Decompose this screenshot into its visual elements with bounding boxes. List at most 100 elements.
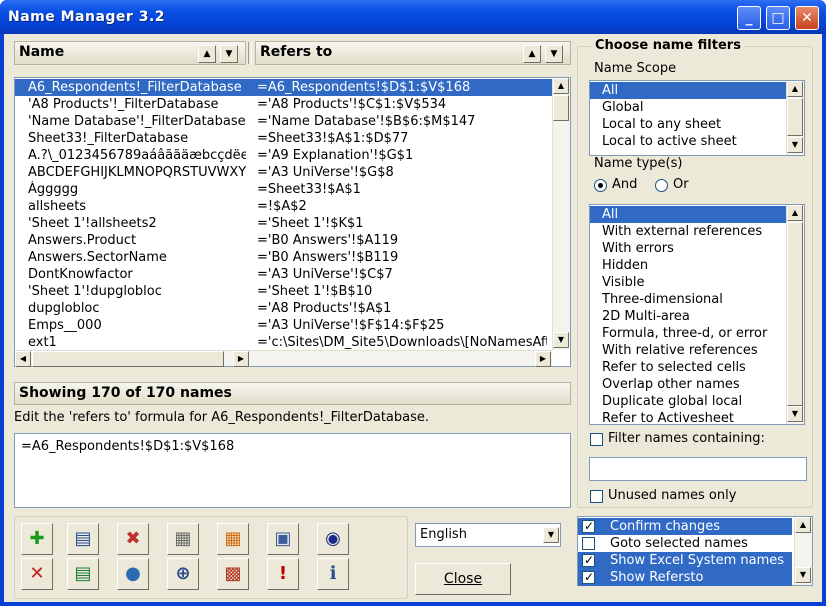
delete-button[interactable]: ✕ — [21, 558, 53, 590]
option-item[interactable]: Show Refersto — [578, 569, 792, 586]
scroll-right-arrow-2[interactable]: ▶ — [535, 351, 551, 367]
language-select[interactable]: English ▼ — [415, 523, 561, 547]
scope-item[interactable]: All — [590, 82, 786, 99]
table-row[interactable]: 'A8 Products'!_FilterDatabase ='A8 Produc… — [15, 96, 552, 113]
type-item[interactable]: 2D Multi-area — [590, 308, 786, 325]
table-row[interactable]: 'Name Database'!_FilterDatabase ='Name Da… — [15, 113, 552, 130]
unused-checkbox[interactable] — [590, 490, 603, 503]
type-item[interactable]: Refer to selected cells — [590, 359, 786, 376]
close-button[interactable]: Close — [415, 563, 511, 595]
table-row[interactable]: Àggggg =Sheet33!$A$1 — [15, 181, 552, 198]
minimize-button[interactable]: _ — [737, 6, 761, 30]
scope-list[interactable]: All Global Local to any sheet Local to acti… — [589, 80, 805, 156]
type-item[interactable]: Visible — [590, 274, 786, 291]
type-item[interactable]: Overlap other names — [590, 376, 786, 393]
scroll-down-arrow[interactable]: ▼ — [553, 332, 569, 348]
table-row[interactable]: Answers.SectorName ='B0 Answers'!$B119 — [15, 249, 552, 266]
type-item[interactable]: With relative references — [590, 342, 786, 359]
option-item[interactable]: Goto selected names — [578, 535, 792, 552]
type-scroll-up[interactable]: ▲ — [787, 205, 803, 221]
options-scroll-down[interactable]: ▼ — [795, 567, 811, 583]
table-button[interactable]: ▦ — [217, 523, 249, 555]
table-row[interactable]: A6_Respondents!_FilterDatabase =A6_Respon… — [15, 79, 552, 96]
table-row[interactable]: ABCDEFGHIJKLMNOPQRSTUVWXYZ ='A3 UniVerse'… — [15, 164, 552, 181]
table-row[interactable]: ext1 ='c:\Sites\DM_Site5\Downloads\[NoNam… — [15, 334, 552, 351]
option-item[interactable]: Confirm changes — [578, 518, 792, 535]
filter-containing-checkbox[interactable] — [590, 433, 603, 446]
scope-item[interactable]: Local to active sheet — [590, 133, 786, 150]
scroll-right-arrow[interactable]: ▶ — [233, 351, 249, 367]
options-list[interactable]: Confirm changes Goto selected names Show E… — [577, 516, 813, 586]
scope-item[interactable]: Local to any sheet — [590, 116, 786, 133]
chevron-down-icon[interactable]: ▼ — [543, 527, 559, 543]
scope-item[interactable]: Global — [590, 99, 786, 116]
type-item[interactable]: Three-dimensional — [590, 291, 786, 308]
option-item[interactable]: Show Excel System names — [578, 552, 792, 569]
and-radio[interactable] — [594, 179, 607, 192]
maximize-button[interactable]: □ — [766, 6, 790, 30]
options-scrollbar[interactable]: ▲ ▼ — [794, 517, 812, 585]
sheet-x-button[interactable]: ▩ — [217, 558, 249, 590]
type-item[interactable]: Duplicate global local — [590, 393, 786, 410]
type-item[interactable]: Formula, three-d, or error — [590, 325, 786, 342]
option-checkbox[interactable] — [582, 552, 595, 569]
scope-scroll-down[interactable]: ▼ — [787, 137, 803, 153]
table-row[interactable]: 'Sheet 1'!allsheets2 ='Sheet 1'!$K$1 — [15, 215, 552, 232]
hscroll-thumb[interactable] — [32, 351, 224, 367]
sheet-plus-button[interactable]: ▤ — [67, 558, 99, 590]
names-list[interactable]: A6_Respondents!_FilterDatabase =A6_Respon… — [14, 77, 571, 367]
type-item[interactable]: Hidden — [590, 257, 786, 274]
add-button[interactable]: ✚ — [21, 523, 53, 555]
table-row[interactable]: Answers.Product ='B0 Answers'!$A119 — [15, 232, 552, 249]
type-scrollbar[interactable]: ▲ ▼ — [786, 205, 804, 424]
names-horizontal-scrollbar[interactable]: ◀ ▶ ▶ — [15, 350, 552, 367]
edit-sheet-button[interactable]: ▤ — [67, 523, 99, 555]
scope-scrollbar[interactable]: ▲ ▼ — [786, 81, 804, 155]
chart-button[interactable]: ▦ — [167, 523, 199, 555]
scroll-thumb[interactable] — [553, 95, 569, 121]
table-row[interactable]: Sheet33!_FilterDatabase =Sheet33!$A$1:$D$… — [15, 130, 552, 147]
refers-to-cell: ='B0 Answers'!$B119 — [257, 250, 399, 265]
sort-ref-desc-button[interactable]: ▼ — [545, 45, 563, 63]
table-row[interactable]: dupglobloc ='A8 Products'!$A$1 — [15, 300, 552, 317]
type-item[interactable]: Refer to Activesheet — [590, 410, 786, 427]
type-scroll-down[interactable]: ▼ — [787, 406, 803, 422]
option-checkbox[interactable] — [582, 537, 595, 550]
globe-x-button[interactable]: ✖ — [117, 523, 149, 555]
sort-ref-asc-button[interactable]: ▲ — [523, 45, 541, 63]
sort-name-desc-button[interactable]: ▼ — [220, 45, 238, 63]
filter-input[interactable] — [589, 457, 807, 481]
exclamation-button[interactable]: ! — [267, 558, 299, 590]
info-button[interactable]: ℹ — [317, 558, 349, 590]
formula-editor[interactable]: =A6_Respondents!$D$1:$V$168 — [14, 433, 571, 508]
column-splitter[interactable] — [248, 42, 252, 64]
type-list[interactable]: All With external references With errors Hi… — [589, 204, 805, 427]
type-scroll-thumb[interactable] — [787, 222, 803, 406]
type-item[interactable]: With external references — [590, 223, 786, 240]
zoom-button[interactable]: ⊕ — [167, 558, 199, 590]
option-checkbox[interactable] — [582, 569, 595, 586]
option-checkbox[interactable] — [582, 518, 595, 535]
eye-button[interactable]: ◉ — [317, 523, 349, 555]
app-window: Name Manager 3.2 _ □ ✕ Name ▲ ▼ Refers t… — [0, 0, 826, 606]
name-cell: ext1 — [28, 335, 57, 350]
or-radio[interactable] — [655, 179, 668, 192]
monitor-button[interactable]: ▣ — [267, 523, 299, 555]
table-row[interactable]: DontKnowfactor ='A3 UniVerse'!$C$7 — [15, 266, 552, 283]
table-row[interactable]: 'Sheet 1'!dupglobloc ='Sheet 1'!$B$10 — [15, 283, 552, 300]
names-vertical-scrollbar[interactable]: ▲ ▼ — [552, 78, 570, 350]
close-window-button[interactable]: ✕ — [795, 6, 819, 30]
table-row[interactable]: allsheets =!$A$2 — [15, 198, 552, 215]
refers-to-cell: =!$A$2 — [257, 199, 307, 214]
scope-scroll-thumb[interactable] — [787, 98, 803, 136]
options-scroll-up[interactable]: ▲ — [795, 517, 811, 533]
sort-name-asc-button[interactable]: ▲ — [198, 45, 216, 63]
globe-button[interactable]: ● — [117, 558, 149, 590]
scroll-up-arrow[interactable]: ▲ — [553, 78, 569, 94]
type-item[interactable]: All — [590, 206, 786, 223]
table-row[interactable]: A.?\_0123456789aáâããäæbcçdëe ='A9 Explana… — [15, 147, 552, 164]
table-row[interactable]: Emps__000 ='A3 UniVerse'!$F$14:$F$25 — [15, 317, 552, 334]
scope-scroll-up[interactable]: ▲ — [787, 81, 803, 97]
scroll-left-arrow[interactable]: ◀ — [15, 351, 31, 367]
type-item[interactable]: With errors — [590, 240, 786, 257]
